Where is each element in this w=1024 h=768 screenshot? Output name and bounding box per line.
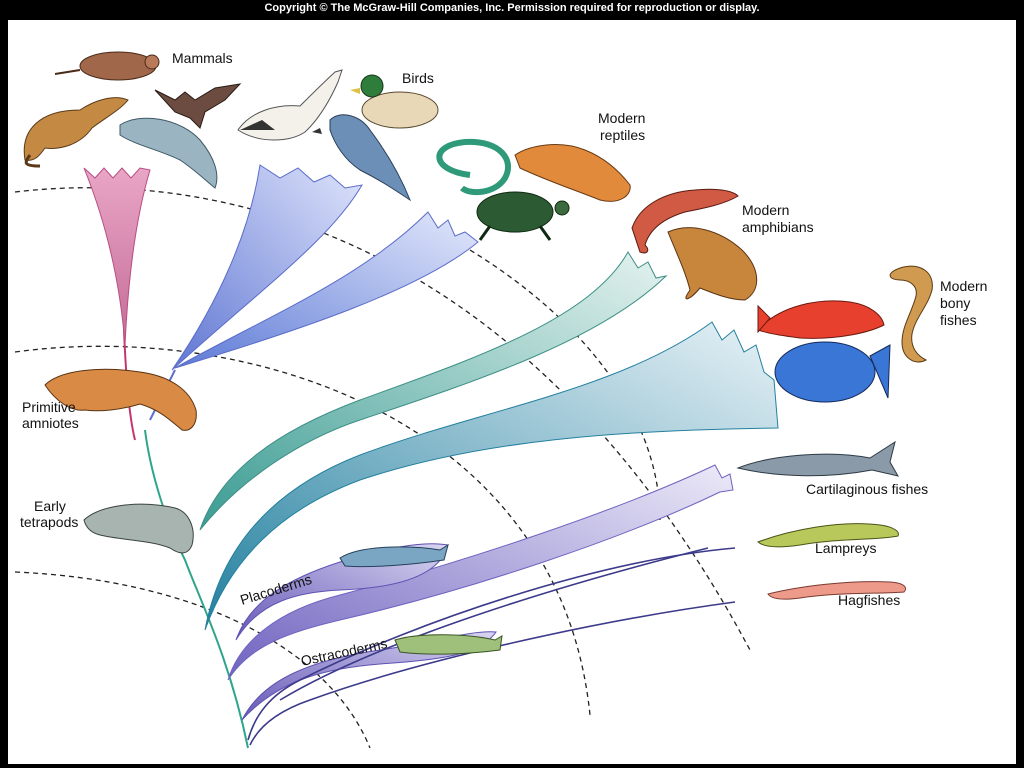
label-hagfishes: Hagfishes [838, 592, 900, 608]
label-modern-bony-fishes-line3: fishes [940, 312, 977, 328]
label-primitive-amniotes: Primitive amniotes [22, 399, 80, 431]
label-modern-reptiles-line2: reptiles [600, 127, 645, 143]
vertebrate-phylogeny-diagram: Mammals Birds Modern reptiles Modern amp… [14, 50, 991, 749]
gannet-icon [237, 69, 343, 141]
label-primitive-amniotes-line2: amniotes [22, 415, 79, 431]
label-modern-amphibians-line1: Modern [742, 202, 789, 218]
label-modern-bony-fishes-line2: bony [940, 295, 970, 311]
squirrelfish-icon [757, 300, 885, 339]
label-early-tetrapods-line2: tetrapods [20, 514, 78, 530]
label-cartilaginous-fishes: Cartilaginous fishes [806, 481, 928, 497]
seahorse-icon [889, 265, 933, 363]
shark-icon [736, 440, 900, 477]
turtle-icon [476, 191, 570, 241]
mammal-lineage [83, 167, 151, 346]
mole-icon [54, 51, 160, 81]
label-lampreys: Lampreys [815, 540, 876, 556]
ostracoderm-fish-icon [394, 634, 503, 655]
label-early-tetrapods: Early tetrapods [20, 498, 78, 530]
label-modern-reptiles-line1: Modern [598, 110, 645, 126]
label-modern-amphibians: Modern amphibians [742, 202, 814, 235]
frog-icon [667, 227, 758, 301]
label-early-tetrapods-line1: Early [34, 498, 66, 514]
snake-icon [436, 138, 512, 196]
label-modern-bony-fishes-line1: Modern [940, 278, 987, 294]
weasel-icon [23, 97, 129, 168]
label-modern-bony-fishes: Modern bony fishes [940, 278, 991, 328]
label-primitive-amniotes-line1: Primitive [22, 399, 76, 415]
label-mammals: Mammals [172, 50, 233, 66]
label-modern-amphibians-line2: amphibians [742, 219, 814, 235]
label-birds: Birds [402, 70, 434, 86]
early-tetrapod-icon [83, 503, 194, 554]
lizard-icon [514, 144, 631, 202]
label-modern-reptiles: Modern reptiles [598, 110, 649, 143]
tang-fish-icon [774, 341, 891, 403]
